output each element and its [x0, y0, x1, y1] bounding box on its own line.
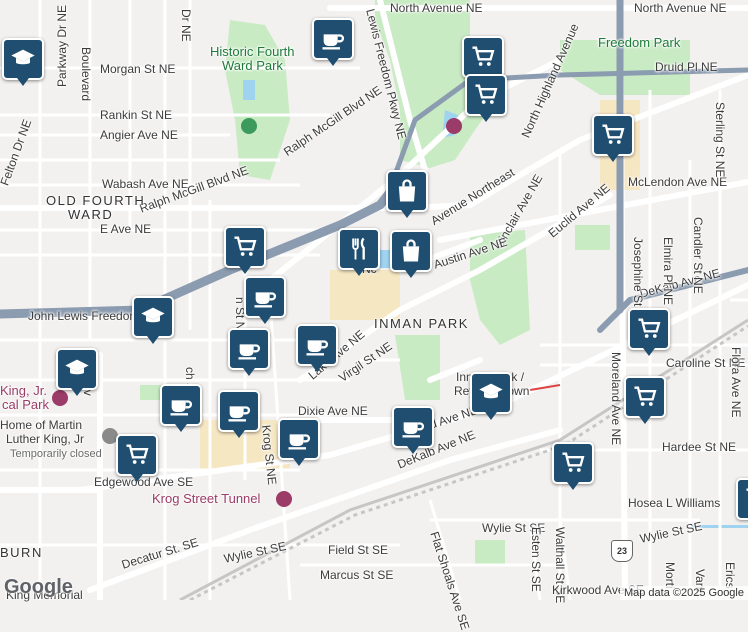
- graduation-cap-icon: [139, 303, 167, 331]
- street-label-erics: Erics: [723, 562, 737, 589]
- coffee-cup-icon: [251, 283, 279, 311]
- map-marker[interactable]: [132, 296, 174, 344]
- map-marker[interactable]: [116, 434, 158, 482]
- map-marker[interactable]: [390, 230, 432, 278]
- shopping-cart-icon: [631, 383, 659, 411]
- street-label-moreland-ave-ne: Moreland Ave NE: [609, 352, 623, 446]
- coffee-cup-icon: [399, 413, 427, 441]
- map-marker[interactable]: [338, 228, 380, 276]
- map-marker[interactable]: [470, 372, 512, 420]
- street-label-edgewood-ave-se: Edgewood Ave SE: [94, 475, 194, 489]
- poi-label-temporarily-closed: Temporarily closed: [10, 448, 102, 460]
- shopping-cart-icon: [635, 315, 663, 343]
- google-logo[interactable]: Google: [4, 576, 73, 599]
- camera-icon[interactable]: [276, 491, 292, 507]
- map-marker[interactable]: [386, 170, 428, 218]
- map-marker[interactable]: [462, 36, 504, 84]
- shopping-cart-icon: [123, 441, 151, 469]
- coffee-cup-icon: [285, 425, 313, 453]
- museum-icon[interactable]: [52, 390, 68, 406]
- street-label-morti: Morti: [663, 562, 677, 589]
- map-marker[interactable]: [592, 114, 634, 162]
- map-attribution[interactable]: Map data ©2025 Google: [619, 586, 748, 600]
- shopping-bag-icon: [393, 177, 421, 205]
- street-label-north-avenue-ne-east: North Avenue NE: [634, 1, 727, 15]
- street-label-sterling-st-ne: Sterling St NE: [713, 102, 727, 178]
- map-marker[interactable]: [2, 38, 44, 86]
- street-label-john-lewis-freedom: John Lewis Freedom: [28, 309, 140, 323]
- poi-label-home-mlk-2: Luther King, Jr: [6, 432, 85, 446]
- street-label-angier-ave-ne: Angier Ave NE: [100, 128, 178, 142]
- area-label-old-fourth-ward-2: WARD: [68, 207, 114, 222]
- park-tree-icon[interactable]: [241, 118, 257, 134]
- map-marker[interactable]: [228, 328, 270, 376]
- graduation-cap-icon: [9, 45, 37, 73]
- map-marker[interactable]: [296, 324, 338, 372]
- map-marker[interactable]: [392, 406, 434, 454]
- map-marker[interactable]: [624, 376, 666, 424]
- street-label-parkway-dr-ne: Parkway Dr NE: [55, 4, 69, 87]
- shopping-cart-icon: [559, 449, 587, 477]
- museum-icon[interactable]: [446, 118, 462, 134]
- park-label-historic-fourth-ward-2: Ward Park: [222, 58, 283, 73]
- street-label-marcus-st-se: Marcus St SE: [320, 568, 394, 582]
- coffee-cup-icon: [225, 397, 253, 425]
- us-route-23-shield: 23: [611, 540, 633, 562]
- map-marker[interactable]: [278, 418, 320, 466]
- map-marker[interactable]: [628, 308, 670, 356]
- street-label-esten-st-se: Esten St SE: [529, 527, 543, 592]
- street-label-field-st-se: Field St SE: [328, 543, 389, 557]
- poi-label-mlk-park-2: cal Park: [2, 397, 49, 412]
- street-label-hardee-st-ne: Hardee St NE: [662, 440, 737, 454]
- map-marker[interactable]: [160, 384, 202, 432]
- shopping-cart-icon: [469, 43, 497, 71]
- map-marker[interactable]: [56, 348, 98, 396]
- coffee-cup-icon: [303, 331, 331, 359]
- map-marker[interactable]: [736, 478, 748, 520]
- shopping-cart-icon: [743, 485, 748, 513]
- street-label-e-ave-ne: E Ave NE: [100, 222, 152, 236]
- street-label-dr-ne: Dr NE: [179, 9, 193, 42]
- shopping-cart-icon: [231, 233, 259, 261]
- coffee-cup-icon: [167, 391, 195, 419]
- area-label-auburn: BURN: [0, 545, 43, 560]
- shopping-cart-icon: [599, 121, 627, 149]
- coffee-cup-icon: [319, 25, 347, 53]
- map-marker[interactable]: [224, 226, 266, 274]
- street-label-elmira-pl-ne: Elmira Pl NE: [661, 237, 675, 306]
- area-label-inman-park: INMAN PARK: [374, 316, 469, 331]
- street-label-flora-ave-ne: Flora Ave NE: [729, 347, 743, 418]
- graduation-cap-icon: [63, 355, 91, 383]
- park-label-historic-fourth-ward: Historic Fourth: [210, 44, 295, 59]
- map-marker[interactable]: [244, 276, 286, 324]
- street-label-dixie-ave-ne: Dixie Ave NE: [298, 404, 368, 418]
- poi-label-home-mlk: Home of Martin: [0, 418, 83, 432]
- map-marker[interactable]: [552, 442, 594, 490]
- area-label-old-fourth-ward: OLD FOURTH: [46, 193, 146, 208]
- restaurant-icon: [345, 235, 373, 263]
- street-label-candler-st-ne: Candler St NE: [691, 217, 705, 294]
- coffee-cup-icon: [235, 335, 263, 363]
- street-label-boulevard: Boulevard: [79, 47, 93, 102]
- shopping-cart-icon: [472, 81, 500, 109]
- poi-label-krog-street-tunnel: Krog Street Tunnel: [152, 491, 261, 506]
- map-marker[interactable]: [218, 390, 260, 438]
- map-marker[interactable]: [465, 74, 507, 122]
- street-label-hosea-williams: Hosea L Williams: [628, 496, 721, 510]
- street-label-north-avenue-ne: North Avenue NE: [390, 1, 483, 15]
- street-label-morgan-st-ne: Morgan St NE: [100, 62, 176, 76]
- map-marker[interactable]: [312, 18, 354, 66]
- shopping-bag-icon: [397, 237, 425, 265]
- street-label-druid-pl-ne: Druid Pl NE: [655, 60, 718, 74]
- graduation-cap-icon: [477, 379, 505, 407]
- park-label-freedom-park: Freedom Park: [598, 35, 681, 50]
- street-label-rankin-st-ne: Rankin St NE: [100, 108, 173, 122]
- poi-label-mlk-park: King, Jr.: [0, 383, 47, 398]
